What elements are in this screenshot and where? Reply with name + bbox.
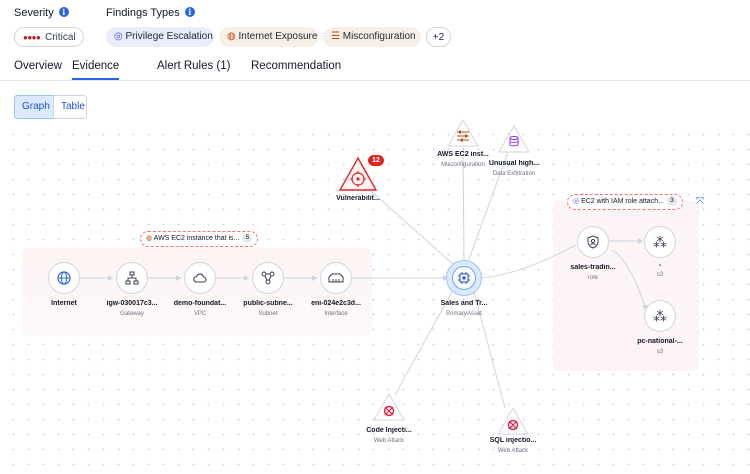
group-count: 5: [242, 233, 253, 243]
node-type: s3: [656, 349, 664, 355]
subnet-node[interactable]: [252, 262, 284, 294]
node-label: Sales and Tr...: [440, 300, 488, 307]
node-type: Web Attack: [373, 438, 405, 444]
node-type: Web Attack: [497, 448, 529, 454]
node-label: Vulnerabilit...: [336, 195, 380, 202]
misconfiguration-node[interactable]: [446, 118, 480, 148]
node-label: eni-024e2c3d...: [311, 300, 361, 307]
primary-asset-inner: [452, 266, 476, 290]
vpc-node[interactable]: [184, 262, 216, 294]
cpu-icon: [458, 272, 470, 284]
globe-icon: ◍: [146, 235, 153, 242]
ethernet-icon: [328, 273, 344, 283]
node-type: s3: [656, 272, 664, 278]
network-group-pill[interactable]: ◍ AWS EC2 instance that is... 5: [140, 231, 259, 247]
loading-icon: ⁂: [653, 233, 667, 250]
group-label: AWS EC2 instance that is...: [153, 235, 240, 242]
node-type: PrimaryAsset: [446, 311, 482, 317]
group-count: 3: [666, 196, 677, 206]
expand-icon[interactable]: ⤧: [694, 196, 706, 208]
node-label: Unusual high...: [488, 160, 540, 167]
node-type: Data Exfiltration: [492, 171, 536, 177]
subnet-icon: [261, 271, 275, 285]
group-label: EC2 with IAM role attach...: [581, 198, 664, 205]
iam-group-pill[interactable]: ◎ EC2 with IAM role attach... 3: [567, 194, 683, 210]
internet-node[interactable]: [48, 262, 80, 294]
iam-role-node[interactable]: [577, 226, 609, 258]
node-label: pc-national-...: [637, 338, 683, 345]
gateway-node[interactable]: [116, 262, 148, 294]
data-exfiltration-node[interactable]: [497, 124, 531, 154]
sql-injection-node[interactable]: [496, 406, 530, 436]
node-label: Code Injecti...: [366, 427, 412, 434]
s3-bucket-node[interactable]: ⁂: [644, 226, 676, 258]
vulnerability-count-badge: 12: [368, 155, 384, 166]
node-label: -: [658, 262, 662, 269]
node-type: Interface: [324, 311, 348, 317]
node-label: AWS EC2 inst...: [437, 151, 489, 158]
code-injection-node[interactable]: [372, 392, 406, 422]
s3-bucket-node[interactable]: ⁂: [644, 300, 676, 332]
node-label: SQL injectio...: [489, 437, 537, 444]
loading-icon: ⁂: [653, 307, 667, 324]
fingerprint-icon: ◎: [573, 198, 580, 205]
shield-user-icon: [587, 235, 599, 249]
network-icon: [125, 271, 139, 285]
globe-icon: [57, 271, 71, 285]
cloud-icon: [193, 273, 207, 283]
interface-node[interactable]: [320, 262, 352, 294]
primary-asset-node[interactable]: [446, 260, 482, 296]
